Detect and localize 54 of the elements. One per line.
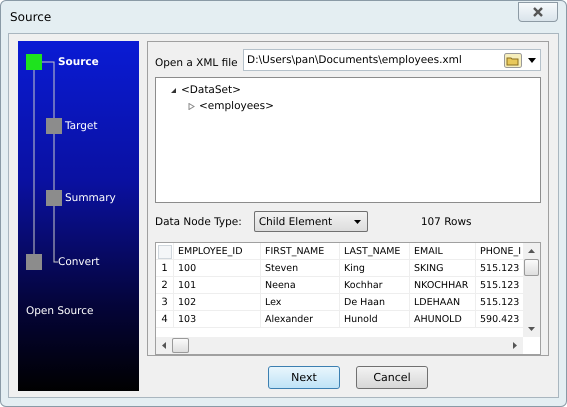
step-label: Target <box>65 120 98 132</box>
tree-node[interactable]: <employees> <box>199 100 274 112</box>
column-header[interactable]: LAST_NAME <box>340 243 410 259</box>
dropdown-arrow-icon[interactable] <box>528 58 536 62</box>
table-cell: AHUNOLD <box>410 311 476 327</box>
table-cell: Hunold <box>340 311 410 327</box>
close-button[interactable] <box>518 2 558 22</box>
table-cell: 101 <box>174 277 261 293</box>
node-type-label: Data Node Type: <box>155 216 242 228</box>
window-title: Source <box>10 10 52 24</box>
node-type-dropdown[interactable]: Child Element <box>254 211 368 232</box>
row-number: 1 <box>156 260 174 276</box>
table-cell: King <box>340 260 410 276</box>
table-cell: 102 <box>174 294 261 310</box>
file-label: Open a XML file <box>155 57 238 69</box>
table-cell: Neena <box>261 277 340 293</box>
scrollbar-thumb[interactable] <box>172 338 189 353</box>
row-number: 3 <box>156 294 174 310</box>
folder-icon[interactable] <box>504 52 522 68</box>
dropdown-arrow-icon <box>354 220 361 224</box>
vertical-scrollbar[interactable] <box>523 243 540 337</box>
column-header[interactable]: FIRST_NAME <box>261 243 340 259</box>
scrollbar-thumb[interactable] <box>524 259 539 276</box>
expanded-triangle-icon[interactable] <box>170 86 177 94</box>
close-icon <box>532 7 544 17</box>
tree-node[interactable]: <DataSet> <box>181 84 241 96</box>
table-cell: Steven <box>261 260 340 276</box>
row-count: 107 Rows <box>420 216 472 228</box>
step-label: Source <box>58 56 99 68</box>
step-label: Convert <box>58 256 100 268</box>
row-number: 4 <box>156 311 174 327</box>
column-header[interactable]: EMPLOYEE_ID <box>174 243 261 259</box>
table-cell: Alexander <box>261 311 340 327</box>
step-description: Open Source <box>26 305 94 317</box>
table-cell: SKING <box>410 260 476 276</box>
row-number: 2 <box>156 277 174 293</box>
scroll-up-icon[interactable] <box>528 249 535 253</box>
step-label: Summary <box>65 192 116 204</box>
dialog-button[interactable]: Cancel <box>356 366 428 389</box>
horizontal-scrollbar[interactable] <box>156 337 523 354</box>
column-header[interactable]: EMAIL <box>410 243 476 259</box>
dialog-button[interactable]: Next <box>268 366 340 389</box>
scroll-right-icon[interactable] <box>513 342 517 349</box>
file-path-field[interactable]: D:\Users\pan\Documents\employees.xml <box>243 49 541 71</box>
table-cell: LDEHAAN <box>410 294 476 310</box>
table-cell: 100 <box>174 260 261 276</box>
table-cell: De Haan <box>340 294 410 310</box>
collapsed-triangle-icon[interactable] <box>188 102 195 110</box>
table-cell: Kochhar <box>340 277 410 293</box>
scroll-down-icon[interactable] <box>528 327 535 331</box>
table-cell: Lex <box>261 294 340 310</box>
table-cell: NKOCHHAR <box>410 277 476 293</box>
table-cell: 103 <box>174 311 261 327</box>
scroll-left-icon[interactable] <box>162 342 166 349</box>
